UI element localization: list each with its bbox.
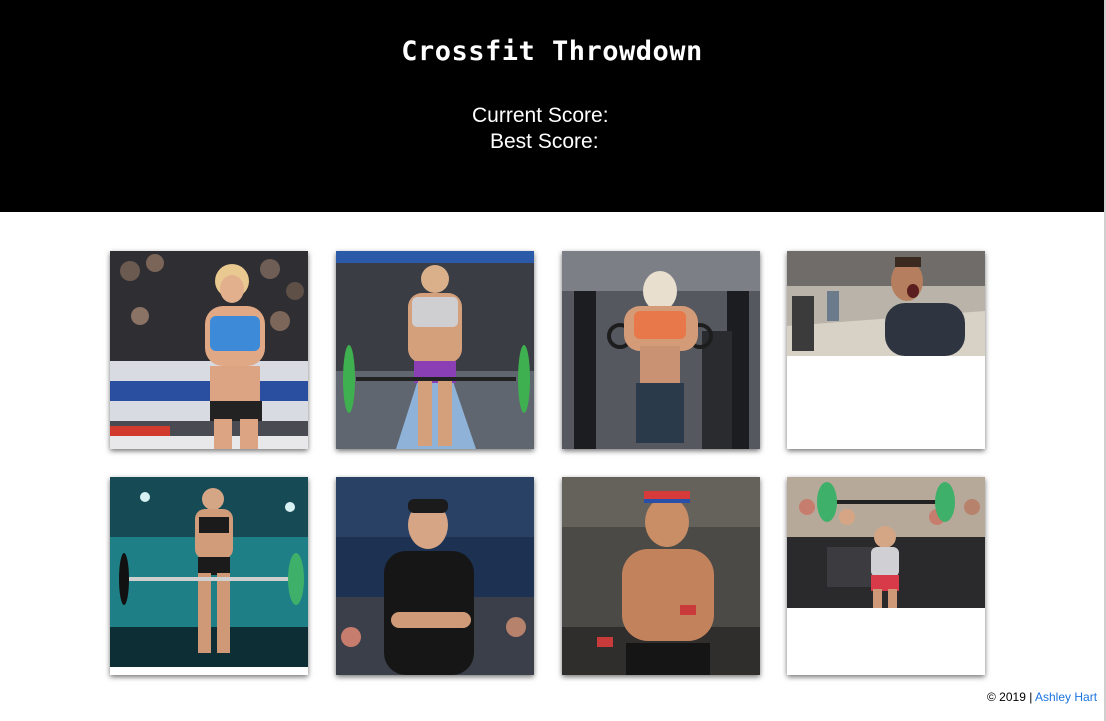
game-header: Crossfit Throwdown Current Score: Best S… bbox=[0, 0, 1104, 212]
copyright-text: © 2019 | bbox=[987, 690, 1033, 704]
athlete-card[interactable] bbox=[562, 477, 760, 675]
athlete-photo bbox=[787, 477, 985, 608]
best-score-label: Best Score: bbox=[490, 130, 599, 153]
athlete-photo bbox=[336, 477, 534, 675]
athlete-card[interactable] bbox=[562, 251, 760, 449]
athlete-card[interactable] bbox=[336, 251, 534, 449]
athlete-photo bbox=[110, 251, 308, 449]
game-title: Crossfit Throwdown bbox=[401, 36, 703, 67]
athlete-photo bbox=[336, 251, 534, 449]
athlete-card[interactable] bbox=[787, 251, 985, 449]
athlete-photo bbox=[562, 477, 760, 675]
score-panel: Current Score: Best Score: bbox=[472, 103, 609, 155]
athlete-card[interactable] bbox=[336, 477, 534, 675]
current-score-label: Current Score: bbox=[472, 104, 609, 127]
athlete-photo bbox=[562, 251, 760, 449]
athlete-card[interactable] bbox=[110, 477, 308, 675]
athlete-card[interactable] bbox=[110, 251, 308, 449]
page-footer: © 2019 | Ashley Hart bbox=[987, 690, 1097, 704]
athlete-photo bbox=[110, 477, 308, 667]
athlete-card[interactable] bbox=[787, 477, 985, 675]
athlete-photo bbox=[787, 251, 985, 356]
author-link[interactable]: Ashley Hart bbox=[1035, 690, 1097, 704]
